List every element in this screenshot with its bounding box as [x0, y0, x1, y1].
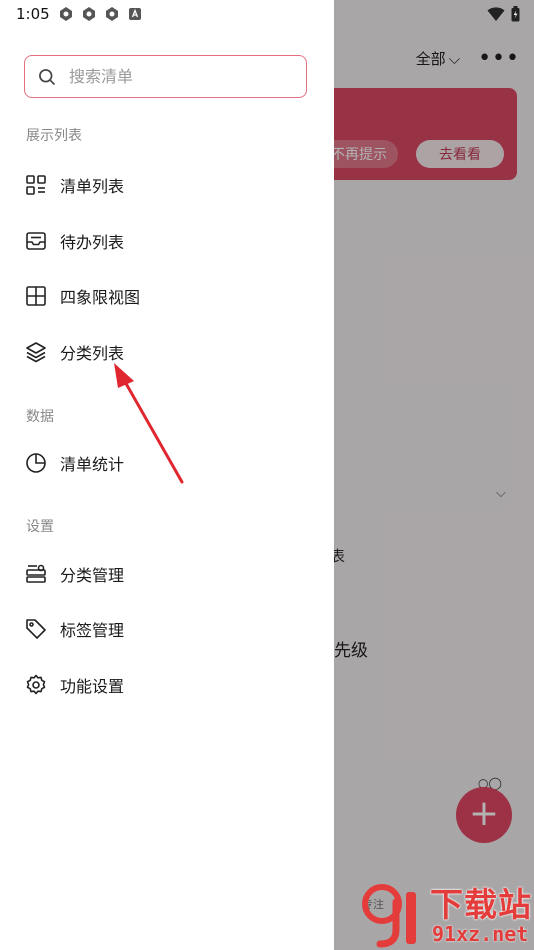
- category-manage-icon: [26, 564, 46, 583]
- inbox-icon: [26, 232, 46, 250]
- drawer-item-label: 分类管理: [60, 566, 125, 585]
- layers-icon: [26, 342, 46, 363]
- drawer-item-settings[interactable]: 功能设置: [24, 667, 314, 703]
- search-input[interactable]: [67, 66, 291, 87]
- quadrant-icon: [26, 286, 46, 306]
- drawer-item-category-manage[interactable]: 分类管理: [24, 556, 314, 592]
- drawer-item-checklist[interactable]: 清单列表: [24, 167, 314, 203]
- app-notification-icon: [83, 7, 95, 21]
- app-notification-icon: [60, 7, 72, 21]
- section-title-data: 数据: [26, 409, 54, 425]
- drawer-item-category-list[interactable]: 分类列表: [24, 334, 314, 370]
- section-title-display: 展示列表: [26, 128, 82, 144]
- app-notification-icon: [106, 7, 118, 21]
- drawer-item-statistics[interactable]: 清单统计: [24, 445, 314, 481]
- drawer-item-label: 待办列表: [60, 233, 125, 252]
- system-icons: [487, 6, 520, 22]
- watermark: 下载站 91xz.net: [360, 878, 534, 950]
- notification-icons: [58, 6, 143, 22]
- wifi-icon: [487, 7, 505, 21]
- drawer-item-label: 分类列表: [60, 344, 125, 363]
- keyboard-notification-icon: [129, 8, 141, 20]
- drawer-item-label: 功能设置: [60, 677, 125, 696]
- search-icon: [39, 68, 56, 85]
- drawer-item-label: 标签管理: [60, 621, 125, 640]
- status-time: 1:05: [16, 5, 50, 23]
- navigation-drawer: 展示列表 清单列表 待办列表 四象限视图 分类列表 数据 清单统计 设置: [0, 0, 334, 950]
- drawer-item-todo[interactable]: 待办列表: [24, 223, 314, 259]
- search-box[interactable]: [24, 55, 307, 98]
- grid-list-icon: [26, 175, 46, 195]
- watermark-title: 下载站: [430, 885, 532, 924]
- battery-icon: [511, 6, 520, 22]
- drawer-item-label: 四象限视图: [60, 288, 141, 307]
- pie-chart-icon: [26, 453, 46, 473]
- drawer-item-tag-manage[interactable]: 标签管理: [24, 611, 314, 647]
- drawer-item-label: 清单列表: [60, 177, 125, 196]
- drawer-item-quadrant[interactable]: 四象限视图: [24, 278, 314, 314]
- drawer-item-label: 清单统计: [60, 455, 125, 474]
- watermark-logo-icon: [362, 884, 416, 948]
- gear-icon: [26, 674, 46, 695]
- watermark-url: 91xz.net: [432, 922, 529, 946]
- status-bar: 1:05: [0, 0, 534, 30]
- section-title-settings: 设置: [26, 519, 54, 535]
- tag-icon: [26, 619, 46, 639]
